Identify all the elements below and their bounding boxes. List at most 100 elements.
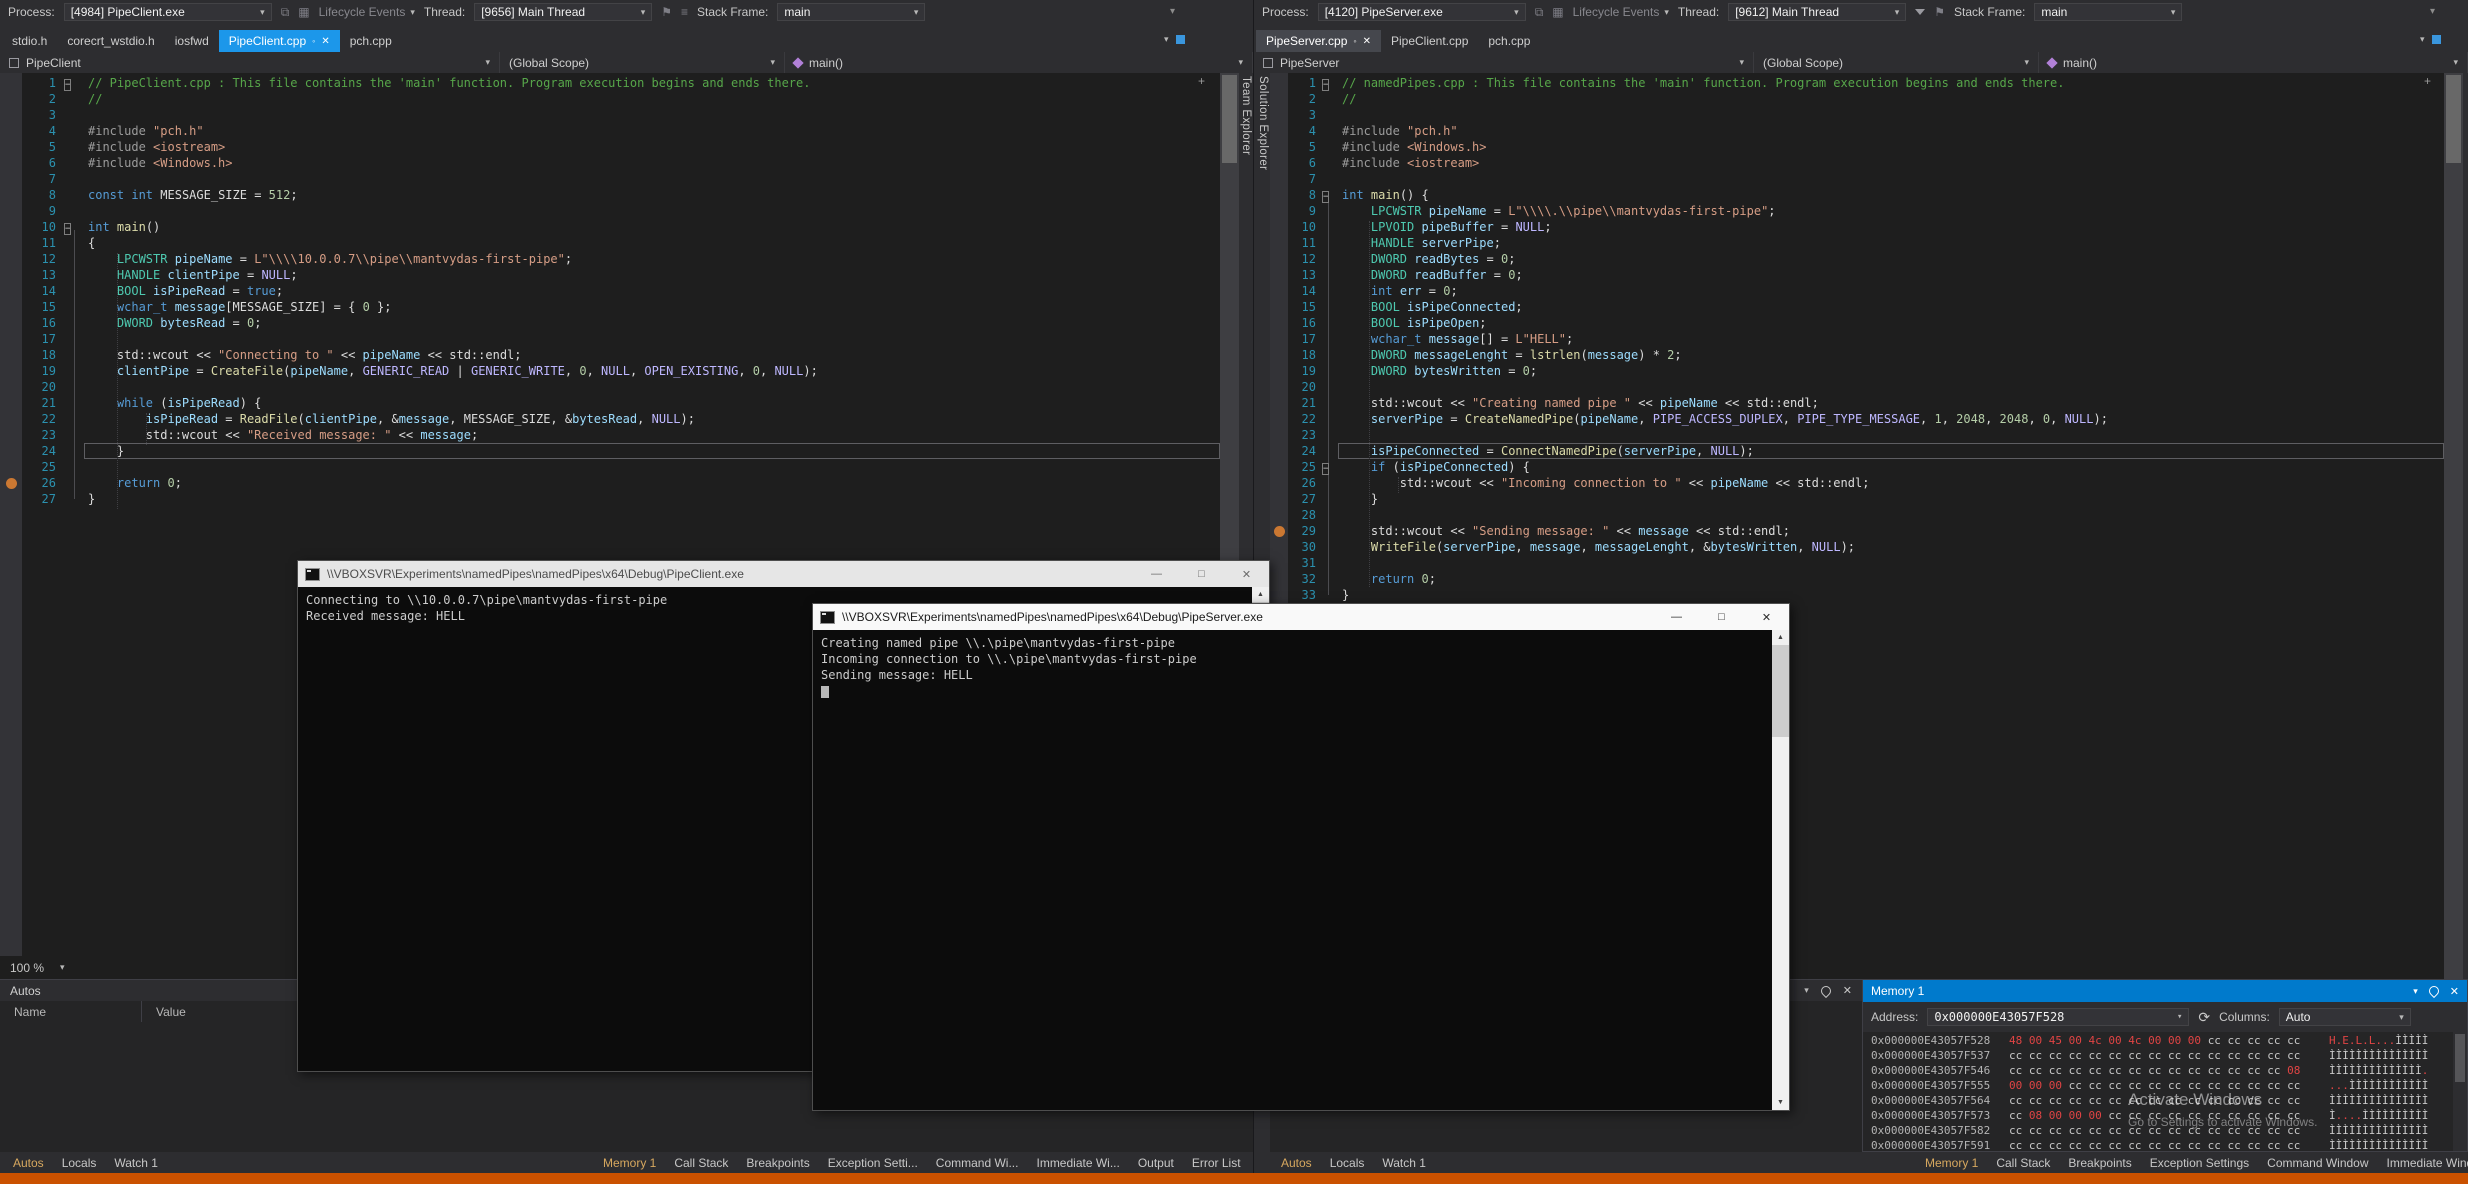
- code-text[interactable]: const int MESSAGE_SIZE = 512;: [84, 187, 1220, 203]
- glyph-margin-cell[interactable]: [0, 299, 22, 315]
- code-text[interactable]: DWORD bytesWritten = 0;: [1338, 363, 2444, 379]
- tool-tab-watch-1[interactable]: Watch 1: [1373, 1152, 1435, 1173]
- glyph-margin-cell[interactable]: [1270, 267, 1288, 283]
- glyph-margin-cell[interactable]: [1270, 555, 1288, 571]
- split-editor-icon[interactable]: +: [2424, 75, 2431, 87]
- tool-tab-locals[interactable]: Locals: [1321, 1152, 1374, 1173]
- tool-tab-error-list[interactable]: Error List: [1183, 1152, 1250, 1173]
- glyph-margin-cell[interactable]: [1270, 347, 1288, 363]
- code-line[interactable]: 19 DWORD bytesWritten = 0;: [1270, 363, 2444, 379]
- code-text[interactable]: int err = 0;: [1338, 283, 2444, 299]
- code-line[interactable]: 9 LPCWSTR pipeName = L"\\\\.\\pipe\\mant…: [1270, 203, 2444, 219]
- code-line[interactable]: 21 std::wcout << "Creating named pipe " …: [1270, 395, 2444, 411]
- glyph-margin-cell[interactable]: [0, 363, 22, 379]
- scroll-up-icon[interactable]: ▲: [1772, 630, 1789, 645]
- document-tab-pch-cpp[interactable]: pch.cpp: [340, 30, 402, 52]
- glyph-margin-cell[interactable]: [1270, 475, 1288, 491]
- tool-tab-breakpoints[interactable]: Breakpoints: [2059, 1152, 2140, 1173]
- code-text[interactable]: }: [1338, 491, 2444, 507]
- lifecycle-events-button[interactable]: Lifecycle Events ▾: [319, 5, 415, 19]
- code-line[interactable]: 25− if (isPipeConnected) {: [1270, 459, 2444, 475]
- stack-frame-combo[interactable]: main ▾: [2034, 3, 2182, 21]
- filter-funnel-icon[interactable]: [1915, 9, 1925, 15]
- code-line[interactable]: 10 LPVOID pipeBuffer = NULL;: [1270, 219, 2444, 235]
- tool-tab-output[interactable]: Output: [1129, 1152, 1183, 1173]
- glyph-margin-cell[interactable]: [1270, 491, 1288, 507]
- code-line[interactable]: 17 wchar_t message[] = L"HELL";: [1270, 331, 2444, 347]
- code-text[interactable]: HANDLE serverPipe;: [1338, 235, 2444, 251]
- code-text[interactable]: [1338, 555, 2444, 571]
- window-position-icon[interactable]: ▾: [2413, 987, 2418, 996]
- code-line[interactable]: 29 std::wcout << "Sending message: " << …: [1270, 523, 2444, 539]
- glyph-margin-cell[interactable]: [0, 155, 22, 171]
- code-line[interactable]: 15 BOOL isPipeConnected;: [1270, 299, 2444, 315]
- project-dropdown[interactable]: PipeClient ▾: [0, 52, 500, 73]
- tool-tab-command-wi[interactable]: Command Wi...: [927, 1152, 1028, 1173]
- glyph-margin-cell[interactable]: [1270, 523, 1288, 539]
- flag-icon[interactable]: ⚑: [1934, 6, 1945, 18]
- lifecycle-events-button[interactable]: Lifecycle Events ▾: [1573, 5, 1669, 19]
- code-line[interactable]: 26 std::wcout << "Incoming connection to…: [1270, 475, 2444, 491]
- step-windows-icon[interactable]: ⧉: [281, 6, 290, 18]
- code-line[interactable]: 1−// namedPipes.cpp : This file contains…: [1270, 75, 2444, 91]
- code-text[interactable]: std::wcout << "Received message: " << me…: [84, 427, 1220, 443]
- code-line[interactable]: 1−// PipeClient.cpp : This file contains…: [0, 75, 1220, 91]
- code-line[interactable]: 13 DWORD readBuffer = 0;: [1270, 267, 2444, 283]
- tool-tab-command-window[interactable]: Command Window: [2258, 1152, 2377, 1173]
- glyph-margin-cell[interactable]: [1270, 443, 1288, 459]
- code-line[interactable]: 12 DWORD readBytes = 0;: [1270, 251, 2444, 267]
- code-line[interactable]: 5#include <Windows.h>: [1270, 139, 2444, 155]
- breakpoint-icon[interactable]: [6, 478, 17, 489]
- code-text[interactable]: {: [84, 235, 1220, 251]
- code-line[interactable]: 4#include "pch.h": [1270, 123, 2444, 139]
- code-line[interactable]: 3: [0, 107, 1220, 123]
- list-icon[interactable]: ≡: [681, 6, 688, 18]
- editor-group-icon[interactable]: [1176, 35, 1185, 44]
- code-text[interactable]: [84, 203, 1220, 219]
- code-line[interactable]: 14 BOOL isPipeRead = true;: [0, 283, 1220, 299]
- flag-icon[interactable]: ⚑: [661, 6, 672, 18]
- breakpoint-icon[interactable]: [1274, 526, 1285, 537]
- glyph-margin-cell[interactable]: [1270, 139, 1288, 155]
- document-tab-pipeclient-cpp[interactable]: PipeClient.cpp: [1381, 30, 1478, 52]
- code-text[interactable]: //: [84, 91, 1220, 107]
- code-text[interactable]: wchar_t message[] = L"HELL";: [1338, 331, 2444, 347]
- code-line[interactable]: 18 std::wcout << "Connecting to " << pip…: [0, 347, 1220, 363]
- glyph-margin-cell[interactable]: [1270, 411, 1288, 427]
- document-tab-stdio-h[interactable]: stdio.h: [2, 30, 57, 52]
- tool-tab-locals[interactable]: Locals: [53, 1152, 106, 1173]
- minimize-button[interactable]: —: [1654, 604, 1699, 630]
- code-text[interactable]: [84, 379, 1220, 395]
- tool-tab-exception-setti[interactable]: Exception Setti...: [819, 1152, 927, 1173]
- code-text[interactable]: DWORD readBuffer = 0;: [1338, 267, 2444, 283]
- memory-titlebar[interactable]: Memory 1 ▾ ✕: [1863, 980, 2467, 1002]
- glyph-margin-cell[interactable]: [1270, 91, 1288, 107]
- code-text[interactable]: BOOL isPipeOpen;: [1338, 315, 2444, 331]
- code-text[interactable]: DWORD bytesRead = 0;: [84, 315, 1220, 331]
- code-line[interactable]: 17: [0, 331, 1220, 347]
- close-tab-icon[interactable]: ✕: [1363, 36, 1371, 47]
- tool-tab-breakpoints[interactable]: Breakpoints: [737, 1152, 818, 1173]
- code-line[interactable]: 6#include <Windows.h>: [0, 155, 1220, 171]
- glyph-margin-cell[interactable]: [0, 331, 22, 347]
- code-line[interactable]: 22 serverPipe = CreateNamedPipe(pipeName…: [1270, 411, 2444, 427]
- code-line[interactable]: 7: [0, 171, 1220, 187]
- scope-dropdown[interactable]: (Global Scope) ▾: [500, 52, 785, 73]
- tool-tab-call-stack[interactable]: Call Stack: [665, 1152, 737, 1173]
- glyph-margin-cell[interactable]: [1270, 283, 1288, 299]
- code-text[interactable]: serverPipe = CreateNamedPipe(pipeName, P…: [1338, 411, 2444, 427]
- pin-icon[interactable]: ◦: [1353, 36, 1356, 46]
- code-text[interactable]: std::wcout << "Connecting to " << pipeNa…: [84, 347, 1220, 363]
- glyph-margin-cell[interactable]: [0, 443, 22, 459]
- code-line[interactable]: 16 BOOL isPipeOpen;: [1270, 315, 2444, 331]
- glyph-margin-cell[interactable]: [1270, 379, 1288, 395]
- glyph-margin-cell[interactable]: [1270, 571, 1288, 587]
- glyph-margin-cell[interactable]: [1270, 203, 1288, 219]
- code-text[interactable]: LPVOID pipeBuffer = NULL;: [1338, 219, 2444, 235]
- code-line[interactable]: 4#include "pch.h": [0, 123, 1220, 139]
- code-line[interactable]: 2//: [1270, 91, 2444, 107]
- code-line[interactable]: 24 }: [0, 443, 1220, 459]
- project-dropdown[interactable]: PipeServer ▾: [1254, 52, 1754, 73]
- glyph-margin-cell[interactable]: [0, 395, 22, 411]
- glyph-margin-cell[interactable]: [0, 203, 22, 219]
